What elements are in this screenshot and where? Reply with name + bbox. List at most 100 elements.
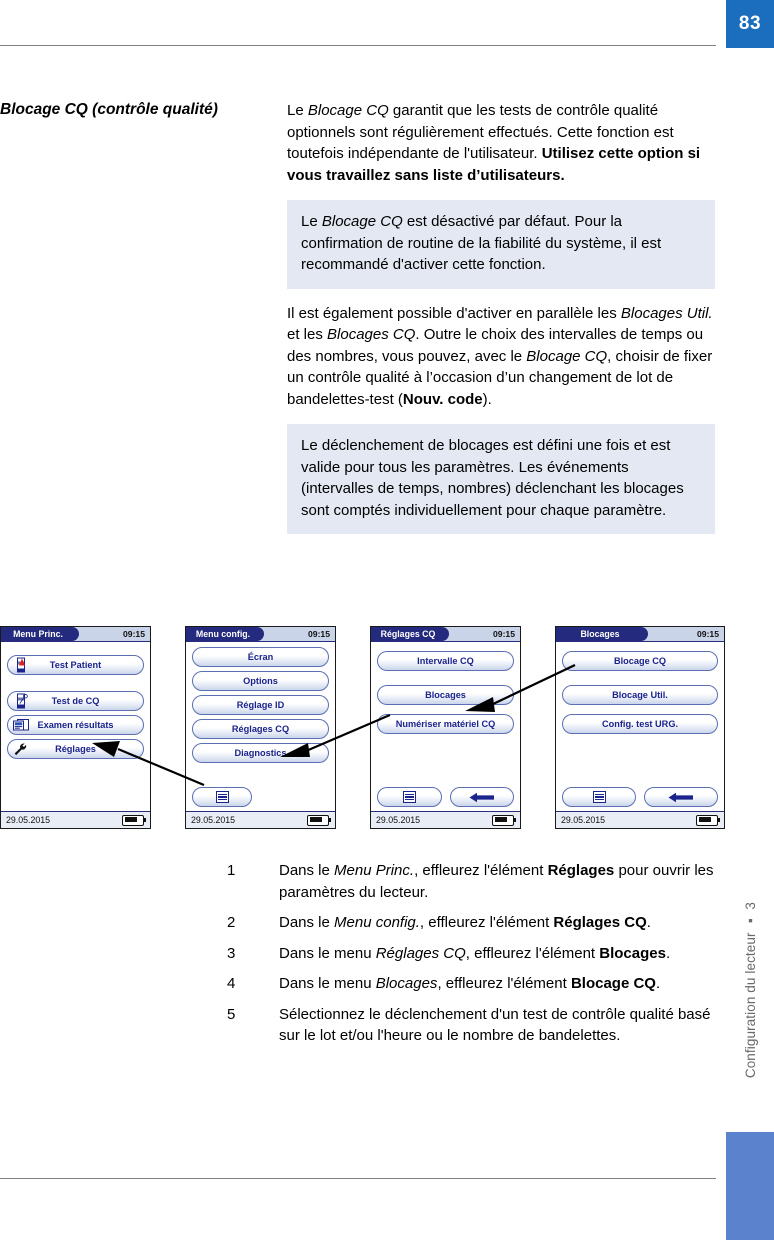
device2-button-diagnostics-label: Diagnostics — [234, 748, 287, 758]
device2-date: 29.05.2015 — [191, 815, 236, 825]
device1-title: Menu Princ. — [1, 627, 79, 641]
device3-footer: 29.05.2015 — [371, 811, 520, 828]
page-number-badge: 83 — [726, 0, 774, 48]
test-strip-blood-drop-icon — [12, 657, 29, 673]
step-5-number: 5 — [227, 1005, 236, 1023]
device4-button-blocage-cq-label: Blocage CQ — [613, 656, 667, 666]
pipette-glyph — [19, 693, 28, 704]
device3-title: Réglages CQ — [371, 627, 449, 641]
header-rule — [0, 45, 716, 46]
note1-part1: Le — [301, 213, 322, 230]
para2-italic2: Blocages CQ — [327, 326, 416, 343]
step-4-number: 4 — [227, 975, 236, 992]
para1-italic1: Blocage CQ — [307, 102, 389, 119]
running-head-vertical: Configuration du lecteur ▪ 3 — [726, 860, 774, 1120]
device3-bottom-row — [377, 787, 514, 807]
running-head-text: Configuration du lecteur ▪ 3 — [742, 901, 758, 1079]
battery-icon — [122, 814, 146, 826]
results-review-icon — [12, 718, 29, 733]
list-item: 5 Sélectionnez le déclenchement d'un tes… — [227, 1004, 717, 1047]
step-4-text: Dans le menu Blocages, effleurez l'éléme… — [279, 975, 661, 992]
para2-italic3: Blocage CQ — [526, 347, 608, 365]
para2-italic1: Blocages Util. — [620, 304, 713, 322]
chapter-side-tab — [726, 1132, 774, 1240]
arrow-left-icon — [469, 792, 494, 802]
device1-date: 29.05.2015 — [6, 815, 51, 825]
note-box-1: Le Blocage CQ est désactivé par défaut. … — [287, 200, 715, 289]
list-menu-icon — [402, 791, 416, 803]
device3-button-blocages-label: Blocages — [425, 690, 466, 700]
section-heading: Blocage CQ (contrôle qualité) — [0, 101, 218, 118]
device3-button-numeriser-materiel-cq-label: Numériser matériel CQ — [395, 719, 496, 729]
device1-body: Test Patient Test de CQ Examen résultats… — [1, 642, 150, 812]
arrow-left-icon — [668, 792, 693, 802]
device2-button-reglage-id-label: Réglage ID — [236, 700, 285, 710]
device1-button-examen-resultats-label: Examen résultats — [37, 720, 114, 730]
device4-button-config-test-urg-label: Config. test URG. — [601, 719, 679, 729]
battery-icon — [307, 814, 331, 826]
device4-button-blocage-util[interactable]: Blocage Util. — [562, 685, 718, 705]
device2-footer: 29.05.2015 — [186, 811, 335, 828]
paragraph-2: Il est également possible d'activer en p… — [287, 303, 715, 411]
device2-button-ecran-label: Écran — [247, 652, 274, 662]
device-screen-reglages-cq: Réglages CQ 09:15 Intervalle CQ Blocages… — [370, 626, 521, 829]
device-screenshot-sequence: Menu Princ. 09:15 Test Patient Test de C… — [0, 626, 726, 830]
device1-button-test-patient[interactable]: Test Patient — [7, 655, 144, 675]
device3-button-list-menu[interactable] — [377, 787, 442, 807]
device4-button-list-menu[interactable] — [562, 787, 636, 807]
device4-time: 09:15 — [697, 629, 719, 639]
device1-button-examen-resultats[interactable]: Examen résultats — [7, 715, 144, 735]
device4-button-back[interactable] — [644, 787, 718, 807]
pointer-arrow-2 — [280, 713, 391, 757]
device2-button-ecran[interactable]: Écran — [192, 647, 329, 667]
device2-button-options-label: Options — [243, 676, 278, 686]
list-menu-icon — [215, 791, 229, 803]
device4-bottom-row — [562, 787, 718, 807]
device2-time: 09:15 — [308, 629, 330, 639]
numbered-steps-list: 1 Dans le Menu Princ., effleurez l'éléme… — [227, 860, 717, 1056]
device2-button-options[interactable]: Options — [192, 671, 329, 691]
device3-button-back[interactable] — [449, 787, 514, 807]
battery-icon — [696, 814, 720, 826]
step-5-text: Sélectionnez le déclenchement d'un test … — [279, 1005, 711, 1045]
pointer-arrow-3 — [465, 664, 576, 712]
step-2-number: 2 — [227, 914, 236, 931]
para1-part1: Le — [287, 102, 308, 119]
para2-part2: et les — [287, 326, 328, 343]
device3-date: 29.05.2015 — [376, 815, 421, 825]
body-column: Le Blocage CQ garantit que les tests de … — [287, 100, 715, 548]
device1-button-reglages-label: Réglages — [55, 744, 96, 754]
step-3-number: 3 — [227, 944, 236, 962]
device1-time: 09:15 — [123, 629, 145, 639]
list-item: 2 Dans le Menu config., effleurez l'élém… — [227, 912, 717, 934]
paragraph-1: Le Blocage CQ garantit que les tests de … — [287, 100, 715, 186]
device2-bottom-row — [192, 787, 252, 807]
list-item: 4 Dans le menu Blocages, effleurez l'élé… — [227, 973, 717, 995]
wrench-icon — [12, 742, 29, 757]
para2-part1: Il est également possible d'activer en p… — [287, 304, 621, 322]
device4-button-blocage-cq[interactable]: Blocage CQ — [562, 651, 718, 671]
device3-time: 09:15 — [493, 629, 515, 639]
para2-bold1: Nouv. code — [402, 390, 483, 408]
list-menu-icon — [592, 791, 606, 803]
device4-footer: 29.05.2015 — [556, 811, 724, 828]
para2-part5: ). — [482, 390, 492, 408]
device1-titlebar: Menu Princ. 09:15 — [1, 627, 150, 642]
footer-rule — [0, 1178, 716, 1179]
device4-date: 29.05.2015 — [561, 815, 606, 825]
device2-title: Menu config. — [186, 627, 264, 641]
step-2-text: Dans le Menu config., effleurez l'élémen… — [279, 914, 651, 931]
device-screen-blocages: Blocages 09:15 Blocage CQ Blocage Util. … — [555, 626, 725, 829]
list-item: 1 Dans le Menu Princ., effleurez l'éléme… — [227, 860, 717, 903]
step-3-text: Dans le menu Réglages CQ, effleurez l'él… — [279, 944, 671, 962]
step-1-number: 1 — [227, 862, 236, 879]
device2-button-list-menu[interactable] — [192, 787, 252, 807]
device4-button-config-test-urg[interactable]: Config. test URG. — [562, 714, 718, 734]
device4-body: Blocage CQ Blocage Util. Config. test UR… — [556, 642, 724, 812]
device3-button-numeriser-materiel-cq[interactable]: Numériser matériel CQ — [377, 714, 514, 734]
device-screen-menu-princ: Menu Princ. 09:15 Test Patient Test de C… — [0, 626, 151, 829]
step-1-text: Dans le Menu Princ., effleurez l'élément… — [279, 862, 714, 901]
device1-button-test-cq[interactable]: Test de CQ — [7, 691, 144, 711]
device1-footer: 29.05.2015 — [1, 811, 150, 828]
device1-button-test-cq-label: Test de CQ — [51, 696, 100, 706]
